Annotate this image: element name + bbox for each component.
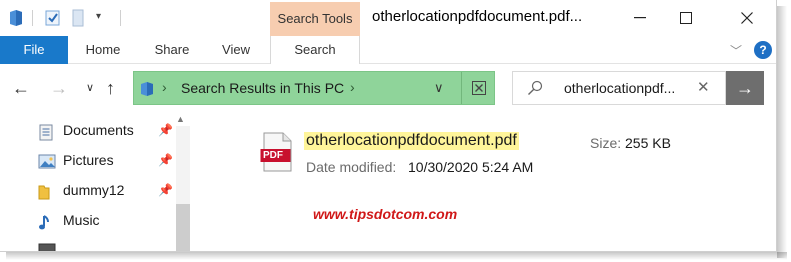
search-icon bbox=[527, 80, 543, 101]
tab-view[interactable]: View bbox=[214, 36, 258, 64]
search-tools-context-tab: Search Tools bbox=[270, 2, 360, 36]
scroll-up-icon[interactable]: ▲ bbox=[176, 114, 185, 124]
arrow-right-icon: → bbox=[736, 77, 754, 98]
pictures-icon bbox=[38, 154, 56, 170]
watermark: www.tipsdotcom.com bbox=[313, 206, 458, 222]
sidebar-item-label: Pictures bbox=[63, 152, 114, 168]
pin-icon[interactable]: 📌 bbox=[158, 183, 173, 197]
size-label: Size: bbox=[590, 135, 622, 151]
customize-toolbar-icon[interactable]: ▾ bbox=[96, 11, 101, 22]
minimize-icon bbox=[634, 17, 646, 19]
search-go-button[interactable]: → bbox=[726, 71, 764, 105]
file-name[interactable]: otherlocationpdfdocument.pdf bbox=[304, 132, 519, 150]
window-shadow bbox=[777, 6, 787, 258]
pin-icon[interactable]: 📌 bbox=[158, 123, 173, 137]
pdf-icon-label: PDF bbox=[263, 150, 283, 161]
expand-ribbon-icon[interactable]: ﹀ bbox=[730, 42, 742, 59]
maximize-button[interactable] bbox=[663, 0, 709, 36]
navigation-pane: Documents 📌 Pictures 📌 dummy12 📌 Music ▲ bbox=[0, 112, 194, 251]
close-icon bbox=[741, 12, 753, 24]
help-icon[interactable]: ? bbox=[754, 41, 772, 59]
sidebar-item-dummy12[interactable]: dummy12 📌 bbox=[38, 181, 174, 203]
clear-search-icon[interactable]: ✕ bbox=[697, 78, 710, 96]
search-input[interactable]: otherlocationpdf... ✕ bbox=[512, 71, 726, 105]
pdf-icon: PDF bbox=[260, 132, 294, 172]
tab-file[interactable]: File bbox=[0, 36, 68, 64]
address-bar[interactable]: › Search Results in This PC › ∨ bbox=[133, 71, 495, 105]
pin-icon[interactable]: 📌 bbox=[158, 153, 173, 167]
minimize-button[interactable] bbox=[617, 0, 663, 36]
address-history-dropdown[interactable]: ∨ bbox=[434, 80, 444, 96]
ribbon-tabs: File Home Share View Search ﹀ ? bbox=[0, 36, 776, 64]
forward-button[interactable]: → bbox=[50, 78, 68, 99]
back-button[interactable]: ← bbox=[12, 78, 30, 99]
explorer-app-icon[interactable] bbox=[8, 9, 24, 32]
close-button[interactable] bbox=[724, 0, 770, 36]
sidebar-item-label: Music bbox=[63, 212, 100, 228]
date-modified-label: Date modified: bbox=[306, 159, 397, 175]
window-title: otherlocationpdfdocument.pdf... bbox=[372, 8, 583, 25]
quick-access-separator bbox=[120, 10, 121, 26]
scrollbar-thumb[interactable] bbox=[176, 204, 190, 251]
close-icon bbox=[471, 81, 486, 95]
tab-home[interactable]: Home bbox=[76, 36, 130, 64]
folder-icon bbox=[38, 184, 56, 200]
sidebar-item-documents[interactable]: Documents 📌 bbox=[38, 121, 174, 143]
recent-locations-button[interactable]: ∨ bbox=[86, 81, 94, 94]
list-item[interactable]: PDF otherlocationpdfdocument.pdf Size: 2… bbox=[260, 130, 680, 178]
up-button[interactable]: ↑ bbox=[106, 78, 115, 99]
breadcrumb-chevron-icon[interactable]: › bbox=[350, 79, 355, 95]
stop-search-button[interactable] bbox=[461, 72, 495, 104]
navigation-bar: ← → ∨ ↑ › Search Results in This PC › ∨ … bbox=[0, 64, 776, 112]
breadcrumb-chevron-icon[interactable]: › bbox=[162, 79, 167, 95]
tab-search[interactable]: Search bbox=[270, 36, 360, 64]
music-icon bbox=[38, 214, 56, 230]
documents-icon bbox=[38, 124, 56, 141]
sidebar-item-pictures[interactable]: Pictures 📌 bbox=[38, 151, 174, 173]
sidebar-item-music[interactable]: Music bbox=[38, 211, 174, 233]
tab-share[interactable]: Share bbox=[146, 36, 198, 64]
videos-icon bbox=[38, 243, 56, 251]
quick-access-separator bbox=[32, 10, 33, 26]
date-modified-value: 10/30/2020 5:24 AM bbox=[408, 159, 534, 175]
search-results-icon bbox=[140, 81, 154, 102]
sidebar-item-partial[interactable] bbox=[38, 240, 174, 251]
address-text[interactable]: Search Results in This PC bbox=[181, 80, 344, 96]
sidebar-item-label: dummy12 bbox=[63, 182, 125, 198]
search-query[interactable]: otherlocationpdf... bbox=[564, 80, 675, 96]
size-value: 255 KB bbox=[625, 135, 671, 151]
sidebar-item-label: Documents bbox=[63, 122, 134, 138]
title-bar: ▾ Search Tools otherlocationpdfdocument.… bbox=[0, 0, 776, 36]
properties-icon[interactable] bbox=[44, 9, 62, 32]
maximize-icon bbox=[680, 12, 692, 24]
window-shadow bbox=[6, 252, 787, 260]
new-folder-icon[interactable] bbox=[72, 9, 84, 32]
search-results-area: PDF otherlocationpdfdocument.pdf Size: 2… bbox=[194, 112, 776, 251]
